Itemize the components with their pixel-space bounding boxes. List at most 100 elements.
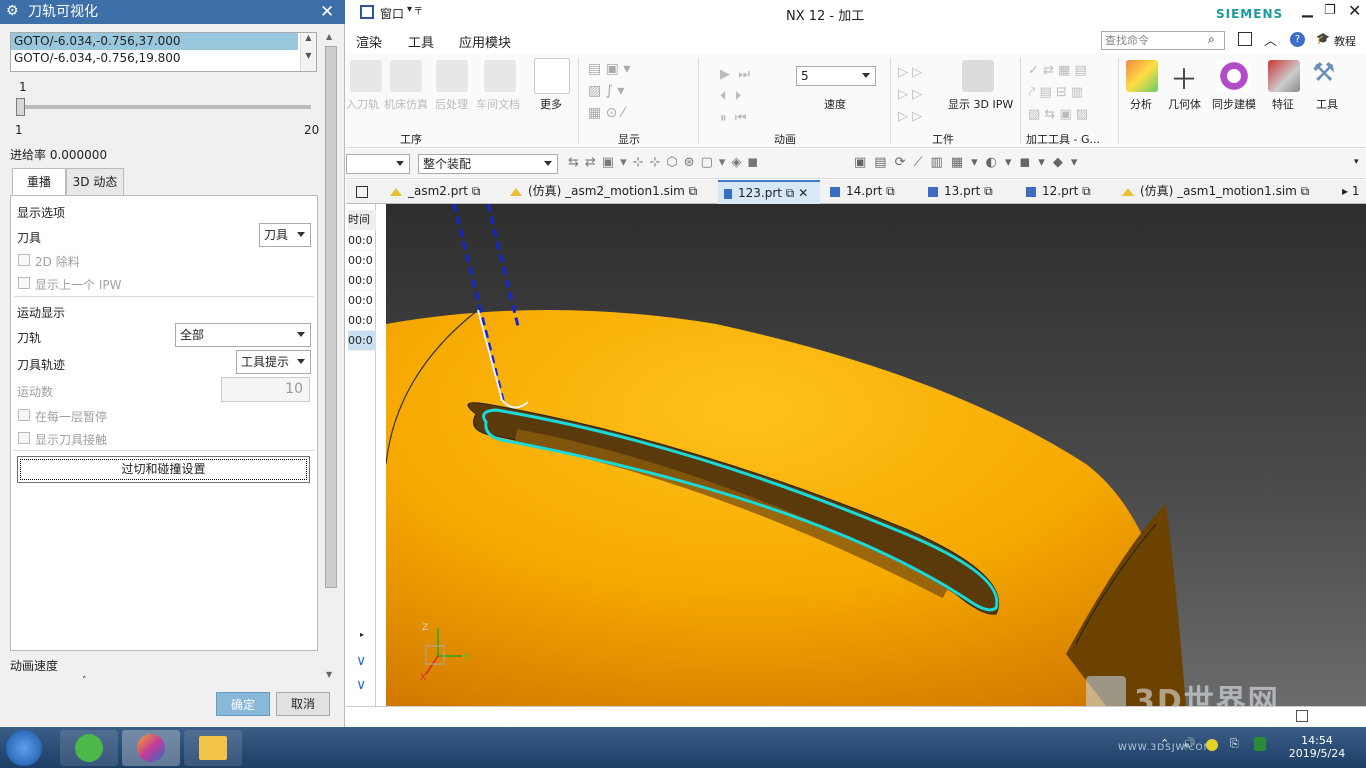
command-search-input[interactable]: 查找命令 [1101,31,1225,50]
postprocess-icon[interactable] [436,60,468,92]
checkbox-show-contact[interactable] [18,432,30,444]
analysis-icon[interactable] [1126,60,1158,92]
system-clock[interactable]: 14:54 2019/5/24 [1282,734,1352,760]
network-icon[interactable]: ⎘ [1230,737,1239,751]
start-button[interactable] [6,730,42,766]
restore-icon[interactable]: ❐ [1324,3,1336,18]
sync-modeling-icon[interactable] [1218,60,1250,92]
nav-row[interactable]: 00:0 [348,331,376,351]
slider-thumb[interactable] [16,98,25,116]
menu-app-modules[interactable]: 应用模块 [459,32,511,51]
chevron-down-icon[interactable]: ▾ ╤ [407,4,421,15]
checkbox-prev-ipw[interactable] [18,277,30,289]
tab-3d-dynamic[interactable]: 3D 动态 [66,168,124,196]
checkbox-pause-layer[interactable] [18,409,30,421]
assembly-scope-dropdown[interactable]: 整个装配 [418,154,558,174]
feature-button[interactable]: 特征 [1272,96,1294,112]
tray-chevron-up-icon[interactable]: ⌃ [1160,737,1169,750]
taskbar-ie[interactable] [60,730,118,766]
motions-input[interactable]: 10 [221,377,310,402]
tab-12[interactable]: 12.prt ⧉ [1026,180,1091,204]
status-window-icon[interactable] [1296,710,1308,722]
animation-controls[interactable]: ▶ ⏭ ⏴ ⏵ ⏸ ⏮ [720,64,780,126]
tutorial-link[interactable]: 教程 [1334,33,1356,49]
list-scrollbar[interactable]: ▲ ▼ [300,33,316,71]
minimize-icon[interactable]: ▁ [1302,2,1313,18]
speed-dropdown[interactable]: 5 [796,66,876,86]
tab-asm2[interactable]: _asm2.prt ⧉ [390,180,480,204]
analysis-button[interactable]: 分析 [1130,96,1152,112]
menu-tools[interactable]: 工具 [408,32,434,51]
workpiece-tools[interactable]: ▷ ▷ ▷ ▷ ▷ ▷ [898,62,922,128]
overcut-collision-settings-button[interactable]: 过切和碰撞设置 [17,456,310,483]
nav-row[interactable]: 00:0 [348,231,376,251]
shop-doc-icon[interactable] [484,60,516,92]
toolpath-dropdown[interactable]: 全部 [175,323,311,347]
taskbar-nx[interactable] [122,730,180,766]
tool-dropdown[interactable]: 刀具 [259,223,311,247]
toolpath-icon[interactable] [350,60,382,92]
tray-plus-icon[interactable] [1206,739,1218,751]
tab-replay[interactable]: 重播 [12,168,66,196]
chevron-right-icon[interactable]: ▸ [360,630,364,639]
nav-row[interactable]: 00:0 [348,251,376,271]
taskbar-explorer[interactable] [184,730,242,766]
chevron-down-icon[interactable]: ∨ [356,677,366,693]
chevron-up-icon[interactable]: ˄ [82,676,87,686]
checkbox-2d-removal[interactable] [18,254,30,266]
window-menu[interactable]: 窗口 [380,5,404,22]
chevron-down-icon[interactable]: ▾ [1354,157,1359,167]
more-button[interactable]: 更多 [540,96,562,112]
nav-row[interactable]: 00:0 [348,271,376,291]
menu-render[interactable]: 渲染 [356,32,382,51]
tab-14[interactable]: 14.prt ⧉ [830,180,895,204]
help-icon[interactable]: ? [1290,32,1305,47]
tab-asm2-sim[interactable]: (仿真) _asm2_motion1.sim ⧉ [510,180,697,204]
tools-button[interactable]: 工具 [1316,96,1338,112]
search-icon[interactable]: ⌕ [1208,32,1215,47]
tab-asm1-sim[interactable]: (仿真) _asm1_motion1.sim ⧉ [1122,180,1309,204]
tab-123[interactable]: 123.prt ⧉ ✕ [718,180,820,204]
nav-row[interactable]: 00:0 [348,291,376,311]
shield-icon[interactable] [1254,737,1266,751]
close-icon[interactable]: ✕ [1348,1,1361,20]
list-item[interactable]: GOTO/-6.034,-0.756,37.000 [11,33,298,50]
tab-13[interactable]: 13.prt ⧉ [928,180,993,204]
chevron-down-icon[interactable]: ∨ [356,653,366,669]
ipw-icon[interactable] [962,60,994,92]
snap-tools[interactable]: ⇆⇄▣▾⊹⊹⬡⊛▢▾◈◼ [568,155,764,170]
show-3d-ipw-button[interactable]: 显示 3D IPW [948,96,1013,112]
geometry-button[interactable]: 几何体 [1168,96,1201,112]
scroll-down-icon[interactable]: ▼ [326,670,332,679]
close-icon[interactable]: ✕ [798,186,808,200]
machine-sim-icon[interactable] [390,60,422,92]
sync-modeling-button[interactable]: 同步建模 [1212,96,1256,112]
feature-icon[interactable] [1268,60,1300,92]
graphics-viewport[interactable]: Z Y X 3D世界网 [386,204,1366,706]
more-icon[interactable] [534,58,570,94]
window-list-icon[interactable] [356,186,368,198]
geometry-icon[interactable]: ＋ [1170,58,1198,98]
goto-list[interactable]: GOTO/-6.034,-0.756,37.000 GOTO/-6.034,-0… [10,32,317,72]
graduation-cap-icon[interactable]: 🎓 [1316,32,1330,45]
scroll-up-icon[interactable]: ▲ [326,32,332,41]
chevron-up-icon[interactable]: ︿ [1264,30,1277,49]
view-tools[interactable]: ▣▤⟳⟋▥▦▾◐▾◼▾◆▾ [854,155,1085,170]
type-filter-dropdown[interactable] [346,154,410,174]
slider-track[interactable] [18,105,311,109]
tools-icon[interactable]: ⚒ [1312,58,1335,88]
nav-header[interactable]: 时间 [348,210,376,230]
volume-icon[interactable]: 🔊 [1182,737,1196,750]
fullscreen-icon[interactable] [1238,32,1252,46]
trace-dropdown[interactable]: 工具提示 [236,350,311,374]
list-item[interactable]: GOTO/-6.034,-0.756,19.800 [11,50,316,67]
nav-row[interactable]: 00:0 [348,311,376,331]
gear-icon[interactable]: ⚙ [6,3,19,19]
close-icon[interactable]: ✕ [320,2,334,22]
display-tool-grid[interactable]: ▤ ▣ ▾ ▨ ∫ ▾ ▦ ⊙ ⁄ [588,58,658,124]
cancel-button[interactable]: 取消 [276,692,330,716]
machining-tools-grid[interactable]: ✓ ⇄ ▦ ▤ ⤤ ▤ ⊟ ▥ ▧ ⇆ ▣ ▨ [1028,60,1088,126]
ok-button[interactable]: 确定 [216,692,270,716]
window-icon[interactable] [360,5,374,19]
tab-overflow[interactable]: ▸ 1 [1342,180,1359,204]
